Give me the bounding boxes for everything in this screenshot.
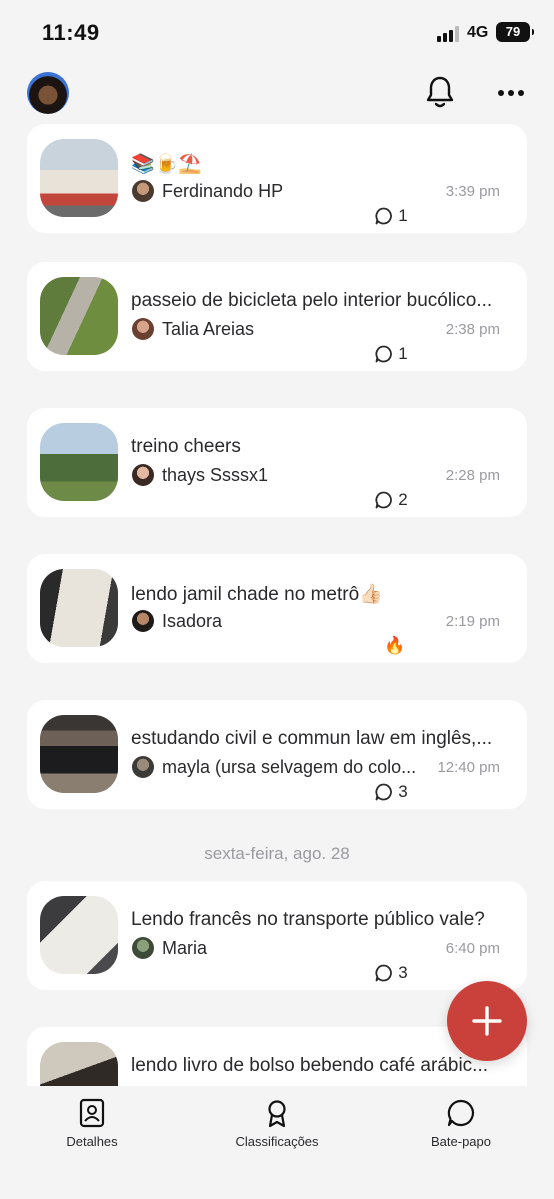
nav-item-bate-papo[interactable]: Bate-papo	[391, 1098, 531, 1158]
chat-bubble-icon	[375, 207, 393, 225]
post-title: treino cheers	[131, 436, 241, 457]
comment-count-badge[interactable]: 3	[364, 775, 418, 809]
more-options-icon[interactable]	[497, 83, 525, 103]
comment-count: 1	[398, 344, 408, 363]
post-card[interactable]: passeio de bicicleta pelo interior bucól…	[27, 262, 527, 371]
post-thumbnail	[40, 715, 118, 793]
post-card[interactable]: lendo jamil chade no metrô👍🏻 Isadora 2:1…	[27, 554, 527, 663]
nav-item-detalhes[interactable]: Detalhes	[22, 1098, 162, 1158]
chat-bubble-icon	[375, 964, 393, 982]
comment-count: 3	[398, 963, 408, 982]
chat-bubble-icon	[447, 1099, 475, 1127]
fire-emoji: 🔥	[384, 636, 406, 655]
nav-item-classificacoes[interactable]: Classificações	[207, 1098, 347, 1158]
bell-icon[interactable]	[424, 74, 456, 110]
comment-count-badge[interactable]: 1	[364, 199, 418, 233]
comment-count-badge[interactable]: 1	[364, 337, 418, 371]
chat-bubble-icon	[375, 783, 393, 801]
comment-count: 3	[398, 782, 408, 801]
profile-avatar[interactable]	[27, 72, 69, 114]
post-time: 3:39 pm	[445, 183, 500, 200]
post-time: 2:38 pm	[445, 321, 500, 338]
post-thumbnail	[40, 896, 118, 974]
post-thumbnail	[40, 423, 118, 501]
reaction-badge[interactable]: 🔥	[372, 629, 418, 663]
comment-count: 1	[398, 206, 408, 225]
status-bar: 11:49 4G 79	[0, 0, 554, 64]
post-thumbnail	[40, 1042, 118, 1086]
post-title: lendo jamil chade no metrô👍🏻	[131, 584, 383, 605]
post-card[interactable]: 📚🍺⛱️ Ferdinando HP 3:39 pm 1	[27, 124, 527, 233]
chat-bubble-icon	[375, 491, 393, 509]
post-feed[interactable]: 📚🍺⛱️ Ferdinando HP 3:39 pm 1 passeio de …	[0, 122, 554, 1086]
comment-count: 2	[398, 490, 408, 509]
chat-bubble-icon	[375, 345, 393, 363]
post-thumbnail	[40, 569, 118, 647]
author-avatar	[132, 756, 154, 778]
author-avatar	[132, 464, 154, 486]
day-separator: sexta-feira, ago. 28	[204, 844, 350, 863]
post-title: passeio de bicicleta pelo interior bucól…	[131, 290, 493, 311]
nav-label: Classificações	[235, 1134, 319, 1149]
status-time: 11:49	[42, 20, 100, 45]
author-avatar	[132, 937, 154, 959]
nav-label: Detalhes	[66, 1134, 118, 1149]
battery-icon: 79	[496, 22, 534, 42]
post-thumbnail	[40, 277, 118, 355]
post-card[interactable]: Lendo francês no transporte público vale…	[27, 881, 527, 990]
post-time: 12:40 pm	[437, 759, 500, 776]
award-ribbon-icon	[268, 1100, 286, 1128]
post-time: 2:28 pm	[445, 467, 500, 484]
bottom-navigation: Detalhes Classificações Bate-papo	[0, 1086, 554, 1199]
create-post-button[interactable]	[447, 981, 527, 1061]
post-title: lendo livro de bolso bebendo café arábic…	[131, 1055, 489, 1076]
comment-count-badge[interactable]: 3	[364, 956, 418, 990]
network-type: 4G	[467, 24, 489, 41]
post-time: 6:40 pm	[445, 940, 500, 957]
post-thumbnail	[40, 139, 118, 217]
post-title: 📚🍺⛱️	[131, 154, 202, 175]
post-title: estudando civil e commun law em inglês,.…	[131, 728, 493, 749]
post-card[interactable]: estudando civil e commun law em inglês,.…	[27, 700, 527, 809]
cellular-signal-icon	[437, 26, 461, 42]
author-avatar	[132, 610, 154, 632]
plus-icon	[472, 1006, 502, 1036]
nav-label: Bate-papo	[431, 1134, 491, 1149]
comment-count-badge[interactable]: 2	[364, 483, 418, 517]
author-avatar	[132, 318, 154, 340]
post-time: 2:19 pm	[445, 613, 500, 630]
post-title: Lendo francês no transporte público vale…	[131, 909, 485, 930]
post-card[interactable]: treino cheers thays Ssssx1 2:28 pm 2	[27, 408, 527, 517]
author-avatar	[132, 180, 154, 202]
contact-book-icon	[79, 1098, 105, 1128]
